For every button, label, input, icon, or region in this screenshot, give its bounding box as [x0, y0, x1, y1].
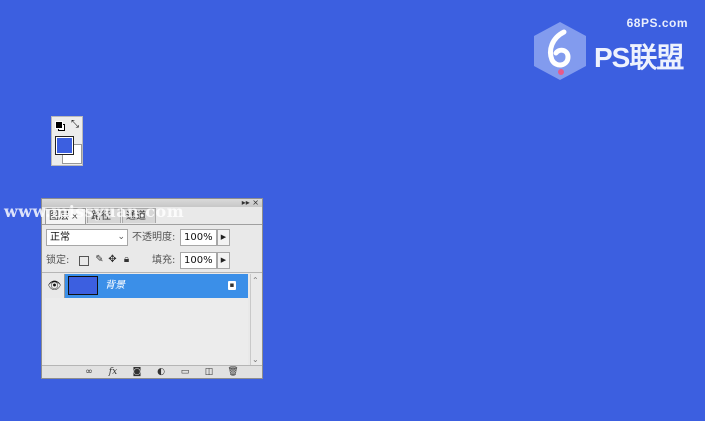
tab-layers[interactable]: 图层 ×	[45, 208, 86, 224]
swap-colors-icon[interactable]: ⤡	[69, 119, 81, 131]
tab-channels[interactable]: 通道	[122, 208, 156, 223]
add-mask-icon[interactable]: ◙	[130, 366, 144, 378]
logo-site-text: 68PS.com	[626, 16, 688, 30]
tab-layers-label: 图层	[49, 211, 69, 222]
lock-all-icon[interactable]: 🔒︎	[121, 254, 132, 265]
layers-scrollbar[interactable]: ⌃ ⌄	[250, 274, 261, 366]
opacity-input[interactable]: 100%	[180, 229, 217, 246]
panel-window-buttons[interactable]: ▸▸ ×	[242, 199, 259, 207]
lock-label: 锁定:	[46, 255, 70, 266]
fill-slider-button[interactable]: ▶	[217, 252, 230, 269]
tabs-divider	[42, 224, 262, 225]
layers-list: 👁︎ 背景 ▪	[45, 274, 248, 366]
layer-name: 背景	[105, 280, 125, 291]
lock-move-icon[interactable]: ✥	[107, 254, 118, 265]
fill-label: 填充:	[152, 255, 176, 266]
opacity-label: 不透明度:	[132, 232, 176, 243]
logo-hexagon-icon	[534, 22, 586, 80]
lock-fill-row: 锁定: ✎ ✥ 🔒︎ 填充: 100% ▶	[46, 252, 258, 270]
new-layer-icon[interactable]: ◫	[202, 366, 216, 378]
panel-title-grip[interactable]	[42, 199, 262, 207]
new-group-icon[interactable]: ▭	[178, 366, 192, 378]
layer-style-fx-icon[interactable]: fx	[106, 366, 120, 378]
layer-row[interactable]: 👁︎ 背景 ▪	[45, 274, 248, 298]
scroll-down-icon[interactable]: ⌄	[252, 355, 259, 364]
lock-transparency-icon[interactable]	[79, 256, 89, 266]
lock-brush-icon[interactable]: ✎	[94, 254, 105, 265]
opacity-slider-button[interactable]: ▶	[217, 229, 230, 246]
adjustment-layer-icon[interactable]: ◐	[154, 366, 168, 378]
layers-panel: ▸▸ × 图层 × 路径 通道 正常 ⌄ 不透明度: 100% ▶ 锁定: ✎ ✥…	[41, 198, 263, 379]
layer-thumbnail	[68, 276, 98, 295]
trash-icon[interactable]: 🗑︎	[226, 366, 240, 378]
panel-bottom-toolbar: ∞ fx ◙ ◐ ▭ ◫ 🗑︎	[42, 365, 262, 378]
blend-mode-value: 正常	[50, 232, 70, 243]
color-swatch-toolbox: ⤡	[51, 116, 83, 166]
list-divider	[42, 272, 262, 273]
blend-opacity-row: 正常 ⌄ 不透明度: 100% ▶	[46, 229, 258, 247]
blend-mode-select[interactable]: 正常 ⌄	[46, 229, 128, 246]
tab-close-icon[interactable]: ×	[71, 212, 79, 222]
foreground-color-swatch[interactable]	[55, 136, 74, 155]
tab-paths-label: 路径	[91, 211, 111, 222]
tab-channels-label: 通道	[126, 211, 146, 222]
chevron-down-icon: ⌄	[117, 232, 125, 242]
logo-brand-text: PS联盟	[594, 42, 684, 73]
link-layers-icon[interactable]: ∞	[82, 366, 96, 378]
default-colors-icon[interactable]	[55, 121, 65, 131]
tab-paths[interactable]: 路径	[87, 208, 121, 223]
lock-icon: ▪	[228, 281, 236, 290]
ps-union-logo: 68PS.com PS联盟	[528, 12, 700, 82]
eye-icon[interactable]: 👁︎	[45, 274, 65, 298]
fill-input[interactable]: 100%	[180, 252, 217, 269]
scroll-up-icon[interactable]: ⌃	[252, 276, 259, 285]
